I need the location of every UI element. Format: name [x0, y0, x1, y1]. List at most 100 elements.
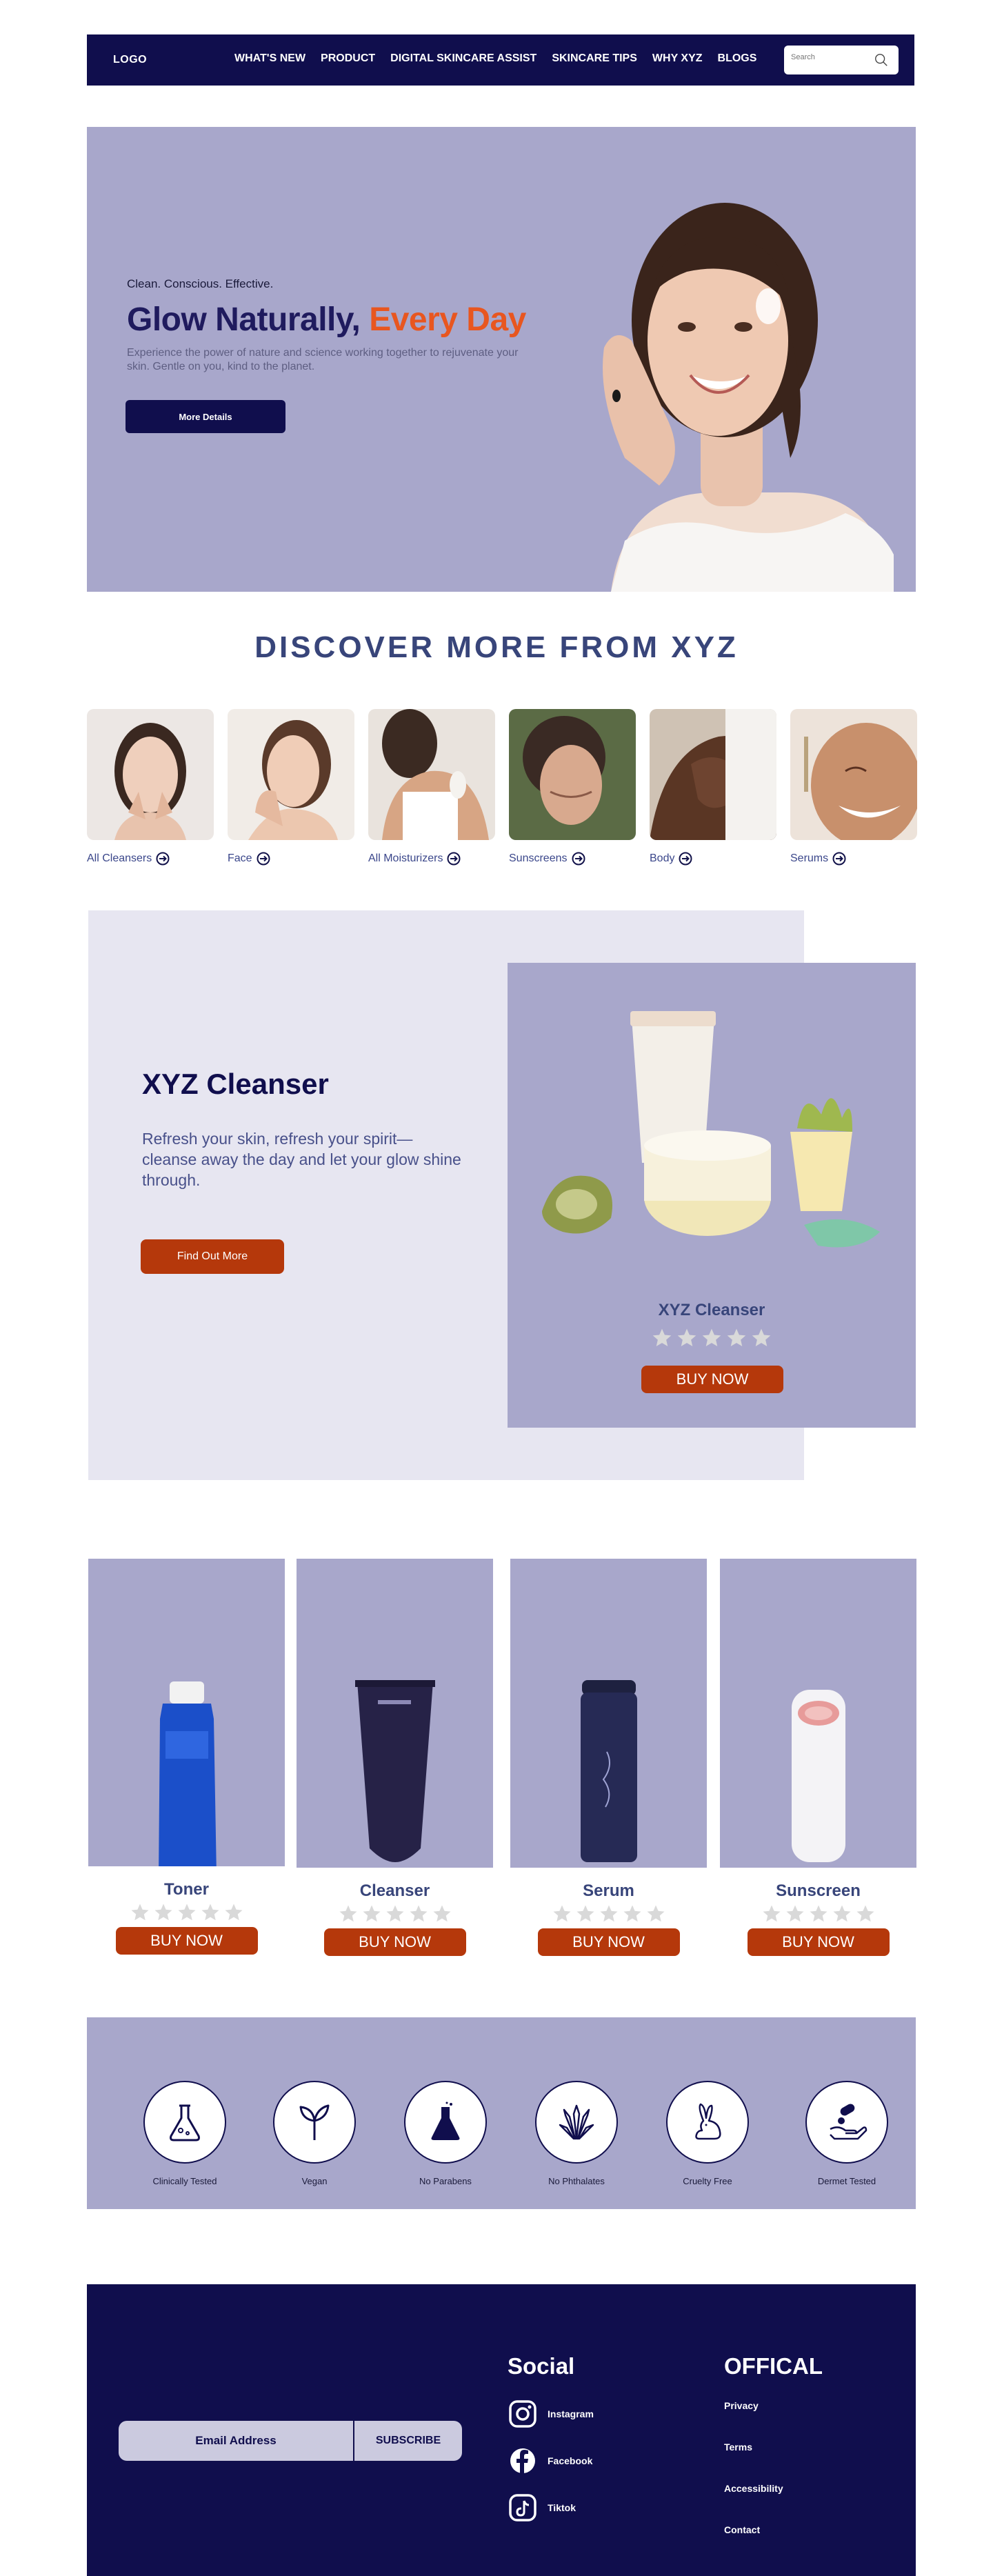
official-heading: OFFICAL [724, 2353, 823, 2379]
hero-banner: Clean. Conscious. Effective. Glow Natura… [87, 127, 916, 592]
nav-link-skincare-tips[interactable]: SKINCARE TIPS [552, 52, 637, 65]
feature-description: Refresh your skin, refresh your spirit—c… [142, 1130, 461, 1189]
subscribe-button[interactable]: SUBSCRIBE [353, 2421, 462, 2461]
nav-links: WHAT'S NEW PRODUCT DIGITAL SKINCARE ASSI… [234, 52, 772, 65]
star-icon [339, 1905, 357, 1922]
hero-title: Glow Naturally, Every Day [127, 301, 526, 339]
product-image-sunscreen [720, 1559, 916, 1868]
product-card-serum: Serum BUY NOW [510, 1559, 707, 1956]
sprout-icon [273, 2081, 356, 2164]
email-field[interactable] [119, 2421, 353, 2461]
star-icon [363, 1905, 380, 1922]
footer-link-accessibility[interactable]: Accessibility [724, 2483, 783, 2494]
category-link-all-moisturizers[interactable]: All Moisturizers [368, 852, 495, 866]
buy-now-button[interactable]: BUY NOW [323, 1928, 466, 1956]
search-input[interactable] [791, 53, 867, 61]
star-icon [833, 1905, 850, 1922]
category-card-body[interactable]: Body [650, 709, 776, 866]
buy-now-button[interactable]: BUY NOW [747, 1928, 890, 1956]
nav-link-blogs[interactable]: BLOGS [718, 52, 757, 65]
rabbit-icon [666, 2081, 749, 2164]
nav-link-digital-skincare-assist[interactable]: DIGITAL SKINCARE ASSIST [390, 52, 536, 65]
more-details-button[interactable]: More Details [126, 400, 285, 433]
newsletter-form: SUBSCRIBE [119, 2421, 462, 2461]
nav-link-whats-new[interactable]: WHAT'S NEW [234, 52, 305, 65]
product-card-toner: Toner BUY NOW [88, 1559, 285, 1955]
category-image-all-cleansers [87, 709, 214, 840]
category-link-body[interactable]: Body [650, 852, 776, 866]
category-link-serums[interactable]: Serums [790, 852, 917, 866]
badge-label: No Phthalates [548, 2176, 605, 2186]
arrow-right-icon [832, 852, 846, 866]
category-row: All Cleansers Face All Moisturizers Suns… [87, 709, 921, 868]
star-icon [623, 1905, 641, 1922]
badge-no-phthalates: No Phthalates [508, 2081, 645, 2186]
category-image-serums [790, 709, 921, 847]
buy-now-button[interactable]: BUY NOW [115, 1927, 258, 1955]
nav-link-product[interactable]: PRODUCT [321, 52, 375, 65]
badge-dermet-tested: Dermet Tested [778, 2081, 916, 2186]
search-box [784, 46, 899, 74]
category-link-face[interactable]: Face [228, 852, 354, 866]
facebook-icon [510, 2448, 535, 2473]
category-card-all-cleansers[interactable]: All Cleansers [87, 709, 214, 866]
star-icon [576, 1905, 594, 1922]
rating-stars [297, 1904, 493, 1924]
beaker-icon [404, 2081, 487, 2164]
featured-product-name: XYZ Cleanser [658, 1301, 765, 1319]
category-link-sunscreens[interactable]: Sunscreens [509, 852, 636, 866]
category-label: Sunscreens [509, 852, 568, 864]
feature-title: XYZ Cleanser [142, 1068, 329, 1100]
product-name: Serum [583, 1881, 634, 1900]
social-link-tiktok[interactable]: Tiktok [508, 2493, 576, 2523]
star-icon [856, 1905, 874, 1922]
hero-tagline: Clean. Conscious. Effective. [127, 277, 274, 290]
category-card-face[interactable]: Face [228, 709, 354, 866]
nav-link-why-xyz[interactable]: WHY XYZ [652, 52, 703, 65]
rating-stars [508, 1327, 916, 1349]
star-icon [131, 1904, 148, 1921]
star-icon [553, 1905, 570, 1922]
find-out-more-button[interactable]: Find Out More [141, 1239, 284, 1274]
social-link-instagram[interactable]: Instagram [508, 2399, 594, 2429]
star-icon [810, 1905, 827, 1922]
category-card-all-moisturizers[interactable]: All Moisturizers [368, 709, 495, 866]
rating-stars [88, 1902, 285, 1923]
badge-vegan: Vegan [245, 2081, 383, 2186]
category-card-sunscreens[interactable]: Sunscreens [509, 709, 636, 866]
product-image-serum [510, 1559, 707, 1868]
product-image-cleanser [297, 1559, 493, 1868]
star-icon [433, 1905, 450, 1922]
footer: SUBSCRIBE Social Instagram Facebook Tikt… [87, 2284, 916, 2576]
star-icon [727, 1328, 746, 1346]
buy-now-button[interactable]: BUY NOW [641, 1366, 783, 1393]
footer-link-contact[interactable]: Contact [724, 2524, 760, 2535]
social-link-facebook[interactable]: Facebook [508, 2446, 592, 2476]
star-icon [752, 1328, 771, 1346]
hero-description: Experience the power of nature and scien… [127, 347, 519, 372]
arrow-right-icon [447, 852, 461, 866]
logo[interactable]: LOGO [113, 54, 147, 66]
footer-link-terms[interactable]: Terms [724, 2442, 752, 2453]
search-icon[interactable] [874, 52, 889, 68]
product-card-cleanser: Cleanser BUY NOW [297, 1559, 493, 1956]
social-label: Facebook [548, 2455, 593, 2466]
category-link-all-cleansers[interactable]: All Cleansers [87, 852, 214, 866]
buy-now-button[interactable]: BUY NOW [537, 1928, 680, 1956]
featured-product-image [542, 1011, 880, 1248]
product-card-sunscreen: Sunscreen BUY NOW [720, 1559, 916, 1956]
discover-title: DISCOVER MORE FROM XYZ [254, 630, 739, 664]
social-label: Instagram [548, 2408, 594, 2419]
star-icon [178, 1904, 195, 1921]
hero-title-accent: Every Day [369, 301, 526, 338]
category-card-serums[interactable]: Serums [790, 709, 921, 866]
star-icon [600, 1905, 617, 1922]
hand-pill-icon [805, 2081, 888, 2164]
star-icon [647, 1905, 664, 1922]
badges-section: Clinically Tested Vegan No Parabens No P… [87, 2017, 916, 2209]
arrow-right-icon [257, 852, 270, 866]
footer-link-privacy[interactable]: Privacy [724, 2400, 759, 2411]
product-name: Cleanser [359, 1881, 430, 1900]
star-icon [786, 1905, 803, 1922]
arrow-right-icon [572, 852, 585, 866]
